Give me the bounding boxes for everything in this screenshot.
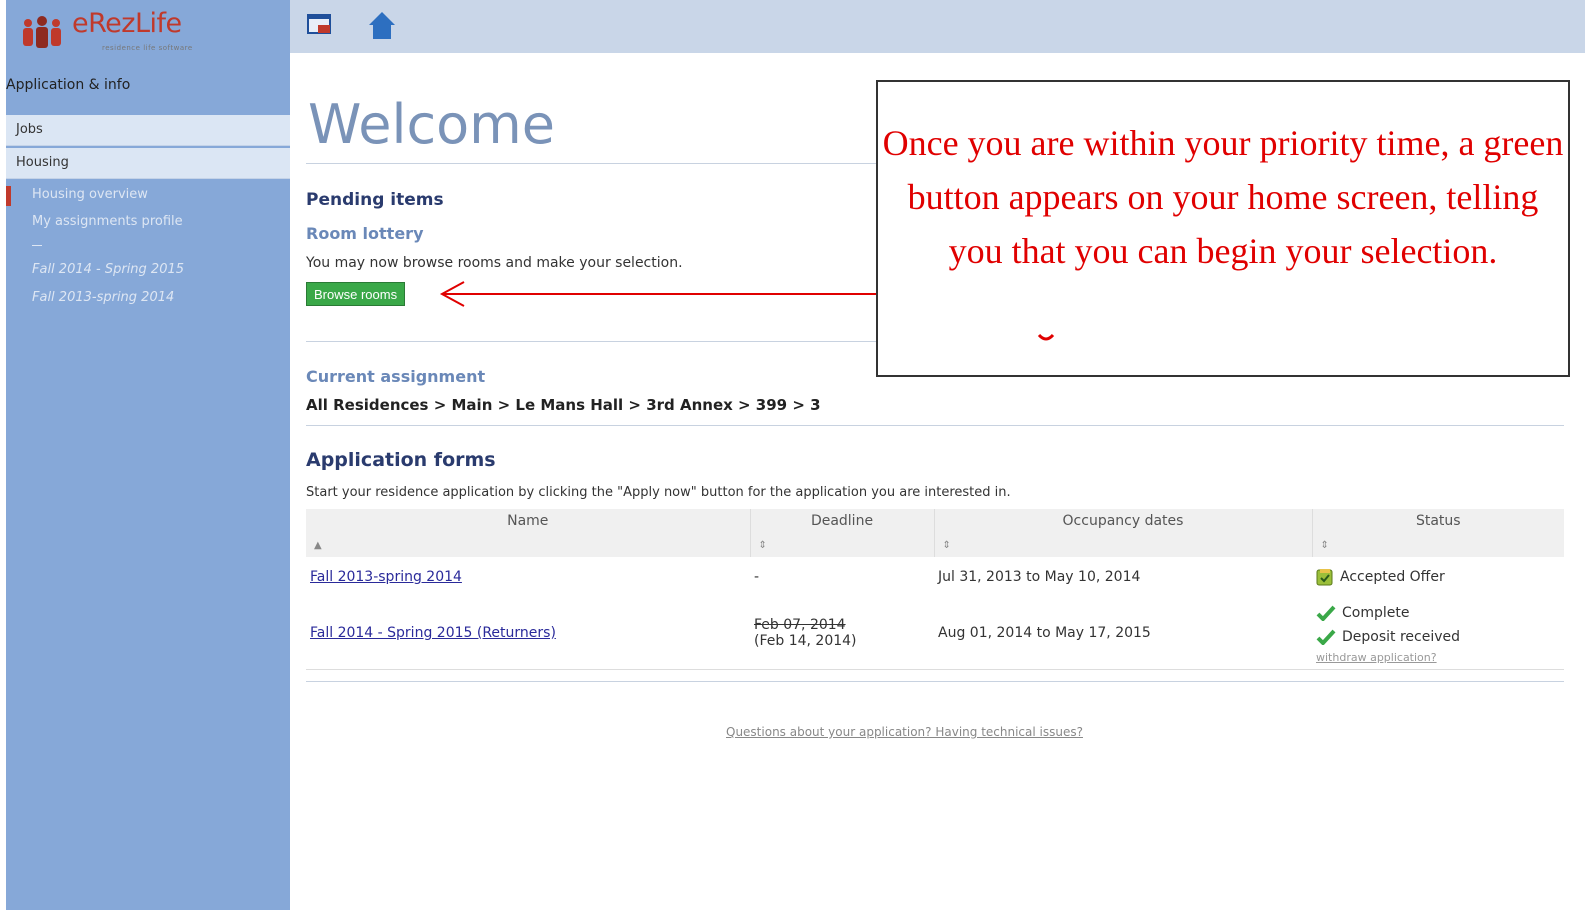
- sidebar-item-housing[interactable]: Housing: [6, 148, 290, 179]
- check-icon: [1316, 629, 1336, 645]
- status-item: Complete: [1316, 601, 1560, 625]
- sidebar-item-assignments-profile[interactable]: My assignments profile: [32, 214, 183, 229]
- annotation-mark: [1037, 333, 1055, 341]
- room-lottery-text: You may now browse rooms and make your s…: [306, 255, 683, 271]
- column-header-name[interactable]: Name ▲: [306, 509, 750, 557]
- sidebar-section-title: Application & info: [6, 77, 131, 93]
- column-header-label: Deadline: [810, 513, 874, 529]
- sidebar-divider: [32, 245, 42, 246]
- home-icon[interactable]: [368, 10, 396, 40]
- top-toolbar: [290, 0, 1585, 53]
- original-deadline: Feb 07, 2014: [754, 617, 846, 633]
- sort-icon[interactable]: ⇕: [943, 540, 951, 551]
- browse-rooms-button[interactable]: Browse rooms: [306, 282, 406, 306]
- status-item: Deposit received: [1316, 625, 1560, 649]
- sort-icon[interactable]: ⇕: [759, 540, 767, 551]
- callout-text: Once you are within your priority time, …: [882, 123, 1564, 271]
- deadline-cell: Feb 07, 2014 (Feb 14, 2014): [750, 597, 934, 670]
- application-forms-heading: Application forms: [306, 449, 496, 471]
- application-forms-text: Start your residence application by clic…: [306, 485, 1011, 500]
- erezlife-logo[interactable]: eRezLife residence life software: [20, 8, 220, 52]
- page-title: Welcome: [308, 93, 556, 156]
- sidebar-item-app-2013[interactable]: Fall 2013-spring 2014: [32, 290, 174, 305]
- status-item: Accepted Offer: [1316, 565, 1560, 589]
- column-header-label: Name: [507, 513, 549, 529]
- sidebar-item-app-2014[interactable]: Fall 2014 - Spring 2015: [32, 262, 184, 277]
- brand-name: eRezLife: [72, 8, 182, 39]
- assignment-breadcrumb: All Residences > Main > Le Mans Hall > 3…: [306, 396, 821, 414]
- deadline-cell: -: [754, 569, 760, 585]
- column-header-label: Status: [1415, 513, 1461, 529]
- divider: [306, 425, 1564, 426]
- pending-items-heading: Pending items: [306, 190, 444, 210]
- divider: [306, 681, 1564, 682]
- annotation-callout: Once you are within your priority time, …: [876, 80, 1570, 377]
- sidebar-item-jobs[interactable]: Jobs: [6, 115, 290, 146]
- room-lottery-heading: Room lottery: [306, 224, 424, 243]
- column-header-label: Occupancy dates: [1062, 513, 1184, 529]
- table-row: Fall 2013-spring 2014 - Jul 31, 2013 to …: [306, 557, 1564, 597]
- application-forms-table: Name ▲ Deadline ⇕ Occupancy dates ⇕ Stat…: [306, 509, 1564, 670]
- status-text: Complete: [1342, 605, 1410, 621]
- accepted-offer-icon: [1316, 569, 1333, 586]
- table-row: Fall 2014 - Spring 2015 (Returners) Feb …: [306, 597, 1564, 670]
- active-item-marker: [6, 186, 11, 206]
- application-link[interactable]: Fall 2013-spring 2014: [310, 569, 462, 585]
- status-text: Accepted Offer: [1340, 569, 1445, 585]
- help-link[interactable]: Questions about your application? Having…: [726, 725, 1083, 739]
- application-link[interactable]: Fall 2014 - Spring 2015 (Returners): [310, 625, 556, 641]
- annotation-arrow: [439, 281, 880, 307]
- status-text: Deposit received: [1342, 629, 1461, 645]
- extended-deadline: (Feb 14, 2014): [754, 633, 857, 649]
- sort-icon[interactable]: ⇕: [1321, 540, 1329, 551]
- column-header-occupancy[interactable]: Occupancy dates ⇕: [933, 509, 1312, 557]
- check-icon: [1316, 605, 1336, 621]
- column-header-status[interactable]: Status ⇕: [1311, 509, 1564, 557]
- column-header-deadline[interactable]: Deadline ⇕: [749, 509, 934, 557]
- sidebar: eRezLife residence life software Applica…: [6, 0, 290, 910]
- brand-tagline: residence life software: [102, 44, 193, 52]
- logout-icon[interactable]: [306, 10, 334, 40]
- current-assignment-heading: Current assignment: [306, 367, 486, 386]
- sidebar-item-housing-overview[interactable]: Housing overview: [32, 187, 148, 202]
- occupancy-cell: Aug 01, 2014 to May 17, 2015: [934, 597, 1312, 670]
- sort-asc-icon[interactable]: ▲: [314, 540, 322, 551]
- people-icon: [23, 16, 61, 48]
- occupancy-cell: Jul 31, 2013 to May 10, 2014: [938, 569, 1141, 585]
- withdraw-application-link[interactable]: withdraw application?: [1316, 651, 1437, 664]
